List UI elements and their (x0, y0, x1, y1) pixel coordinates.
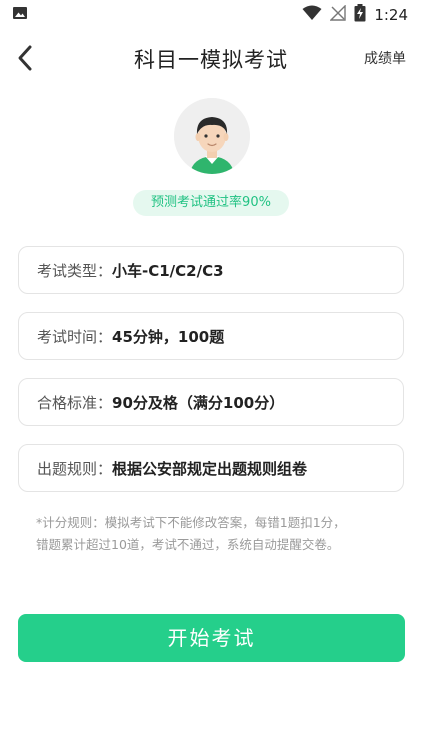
info-card-question-rule: 出题规则： 根据公安部规定出题规则组卷 (18, 444, 404, 492)
pass-rate-badge: 预测考试通过率90% (133, 190, 289, 216)
battery-charging-icon (354, 4, 366, 26)
info-card-exam-time: 考试时间： 45分钟，100题 (18, 312, 404, 360)
user-avatar-icon (174, 98, 250, 174)
info-card-pass-standard: 合格标准： 90分及格（满分100分） (18, 378, 404, 426)
info-value: 90分及格（满分100分） (112, 393, 285, 412)
page-title: 科目一模拟考试 (134, 48, 288, 72)
nav-bar: 科目一模拟考试 成绩单 (0, 30, 422, 86)
scoring-note-line: 错题累计超过10道，考试不通过，系统自动提醒交卷。 (36, 537, 340, 552)
status-time: 1:24 (374, 6, 408, 24)
info-value: 根据公安部规定出题规则组卷 (112, 459, 308, 478)
info-card-exam-type: 考试类型： 小车-C1/C2/C3 (18, 246, 404, 294)
wifi-icon (302, 5, 322, 25)
info-label: 考试时间： (37, 327, 113, 346)
scoring-note-line: *计分规则：模拟考试下不能修改答案，每错1题扣1分， (36, 515, 346, 530)
info-value: 小车-C1/C2/C3 (112, 261, 224, 280)
status-icons: 1:24 (302, 4, 408, 26)
report-card-button[interactable]: 成绩单 (364, 48, 406, 68)
status-bar: 1:24 (0, 0, 422, 30)
info-label: 出题规则： (37, 459, 113, 478)
scoring-rule-note: *计分规则：模拟考试下不能修改答案，每错1题扣1分， 错题累计超过10道，考试不… (36, 512, 396, 556)
info-label: 考试类型： (37, 261, 113, 280)
info-label: 合格标准： (37, 393, 113, 412)
info-value: 45分钟，100题 (112, 327, 225, 346)
signal-icon (329, 4, 347, 25)
start-exam-button[interactable]: 开始考试 (18, 614, 405, 662)
image-icon (12, 5, 28, 25)
